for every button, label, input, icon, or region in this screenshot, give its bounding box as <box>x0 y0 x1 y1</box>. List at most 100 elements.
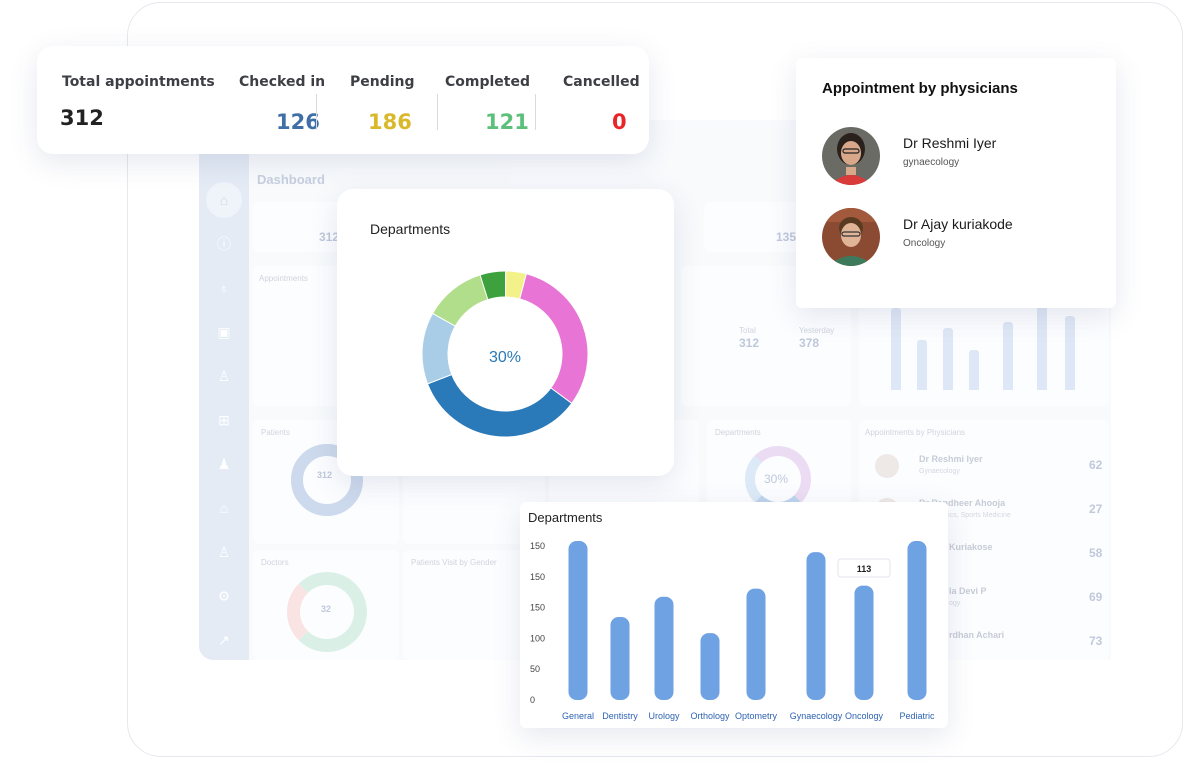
bg-physicians-label: Appointments by Physicians <box>865 428 966 437</box>
home-icon[interactable]: ⌂ <box>206 182 242 218</box>
bg-departments-label: Departments <box>715 428 761 437</box>
x-tick-label: Optometry <box>735 711 778 721</box>
pending-label: Pending <box>350 74 415 90</box>
bg-bar <box>1037 302 1047 390</box>
bar-general[interactable] <box>568 541 588 700</box>
bar-gynaecology[interactable] <box>806 552 826 700</box>
y-tick-label: 0 <box>530 695 535 705</box>
departments-bar-card: Departments 0 50 100 150 150 150 General Dentis… <box>520 502 948 728</box>
bg-patients-label: Patients <box>261 428 290 437</box>
bed-icon[interactable]: ⌂ <box>214 498 234 518</box>
bg-yesterday-label: Yesterday <box>799 326 835 335</box>
bg-row-name: Dr Reshmi Iyer <box>919 454 983 464</box>
appointment-stats-card: Total appointments 312 Checked in 126 Pe… <box>37 46 649 154</box>
bg-row-value: 73 <box>1089 634 1103 648</box>
y-tick-label: 100 <box>530 633 545 643</box>
divider <box>316 94 317 130</box>
bg-patients-ring-value: 312 <box>317 470 333 480</box>
bg-bar <box>917 340 927 390</box>
bg-row-sub: ogy <box>949 600 961 607</box>
bar-pediatric[interactable] <box>907 541 927 700</box>
tooth-icon[interactable]: ♁ <box>214 278 234 298</box>
calendar-icon[interactable]: ▣ <box>214 322 234 342</box>
donut-slice[interactable] <box>426 373 573 438</box>
divider <box>535 94 536 130</box>
bar-urology[interactable] <box>654 596 674 700</box>
pending-value: 186 <box>368 110 412 134</box>
total-appointments-value: 312 <box>60 106 104 130</box>
bg-bar <box>969 350 979 390</box>
marketing-canvas: ⌂ ⓘ ♁ ▣ ♙ ⊞ ♟ ⌂ ♙ ⚙ ↗ Dashboard 312 135 … <box>0 0 1186 767</box>
appointment-by-physicians-card: Appointment by physicians Dr Reshmi Iyer… <box>796 58 1116 308</box>
bg-doctors-label: Doctors <box>261 558 289 567</box>
departments-donut-chart: 30% <box>421 270 589 438</box>
donut-center-label: 30% <box>489 349 521 366</box>
bg-row-value: 62 <box>1089 458 1103 472</box>
physician-name: Dr Ajay kuriakode <box>903 216 1013 232</box>
checked-in-label: Checked in <box>239 74 326 90</box>
bg-total-value: 312 <box>739 336 760 350</box>
bg-row-name: la Devi P <box>949 586 987 596</box>
divider <box>437 94 438 130</box>
completed-label: Completed <box>445 74 531 90</box>
bg-bar <box>891 308 901 390</box>
bg-row-name: rdhan Achari <box>949 630 1005 640</box>
bar-tooltip-value: 113 <box>857 564 872 574</box>
physician-avatar <box>822 127 880 185</box>
physician-row[interactable]: Dr Reshmi Iyer gynaecology <box>822 127 1102 187</box>
bg-bar <box>1003 322 1013 390</box>
bg-doctors-ring-value: 32 <box>321 604 332 614</box>
cancelled-label: Cancelled <box>563 74 640 90</box>
y-tick-label: 150 <box>530 572 545 582</box>
bg-stat-value: 135 <box>776 230 797 244</box>
donut-slice[interactable] <box>431 274 489 327</box>
bg-total-label: Total <box>739 326 756 335</box>
departments-donut-card: Departments 30% <box>337 189 674 476</box>
bg-yesterday-value: 378 <box>799 336 820 350</box>
bar-optometry[interactable] <box>746 588 766 700</box>
checked-in-value: 126 <box>276 110 320 134</box>
info-icon[interactable]: ⓘ <box>214 234 234 254</box>
bg-gender-label: Patients Visit by Gender <box>411 558 497 567</box>
staff-icon[interactable]: ♙ <box>214 542 234 562</box>
dashboard-sidebar: ⌂ ⓘ ♁ ▣ ♙ ⊞ ♟ ⌂ ♙ ⚙ ↗ <box>199 120 249 660</box>
x-tick-label: General <box>562 711 594 721</box>
x-tick-label: Urology <box>648 711 680 721</box>
bg-bar <box>943 328 953 390</box>
bg-appointments-label: Appointments <box>259 274 308 283</box>
physician-avatar <box>822 208 880 266</box>
bg-row-value: 27 <box>1089 502 1103 516</box>
physician-specialty: Oncology <box>903 238 946 249</box>
bar-dentistry[interactable] <box>610 616 630 700</box>
bg-row-name: Kuriakose <box>949 542 993 552</box>
cancelled-value: 0 <box>612 110 627 134</box>
dashboard-title: Dashboard <box>257 172 325 187</box>
donut-slice[interactable] <box>519 273 589 405</box>
bg-row-value: 58 <box>1089 546 1103 560</box>
settings-icon[interactable]: ⚙ <box>214 586 234 606</box>
x-tick-label: Gynaecology <box>790 711 843 721</box>
bg-row-sub: Gynaecology <box>919 468 960 475</box>
physicians-card-title: Appointment by physicians <box>822 80 1018 97</box>
bg-departments-center: 30% <box>764 472 789 486</box>
bar-orthology[interactable] <box>700 633 720 700</box>
x-tick-label: Oncology <box>845 711 884 721</box>
x-tick-label: Pediatric <box>899 711 935 721</box>
physician-name: Dr Reshmi Iyer <box>903 135 997 151</box>
y-tick-label: 50 <box>530 664 540 674</box>
total-appointments-label: Total appointments <box>62 74 215 90</box>
medical-box-icon[interactable]: ⊞ <box>214 410 234 430</box>
departments-bar-chart: 0 50 100 150 150 150 General Dentistry Urology Or… <box>530 541 935 721</box>
donut-slice[interactable] <box>421 312 456 385</box>
bar-oncology[interactable] <box>854 585 874 700</box>
y-tick-label: 150 <box>530 603 545 613</box>
y-tick-label: 150 <box>530 541 545 551</box>
completed-value: 121 <box>485 110 529 134</box>
physician-row[interactable]: Dr Ajay kuriakode Oncology <box>822 208 1102 268</box>
bg-doctors-card: Doctors 32 <box>253 550 399 660</box>
bg-bar <box>1065 316 1075 390</box>
user-icon[interactable]: ♟ <box>214 454 234 474</box>
x-tick-label: Dentistry <box>602 711 638 721</box>
doctor-icon[interactable]: ♙ <box>214 366 234 386</box>
logout-icon[interactable]: ↗ <box>214 630 234 650</box>
